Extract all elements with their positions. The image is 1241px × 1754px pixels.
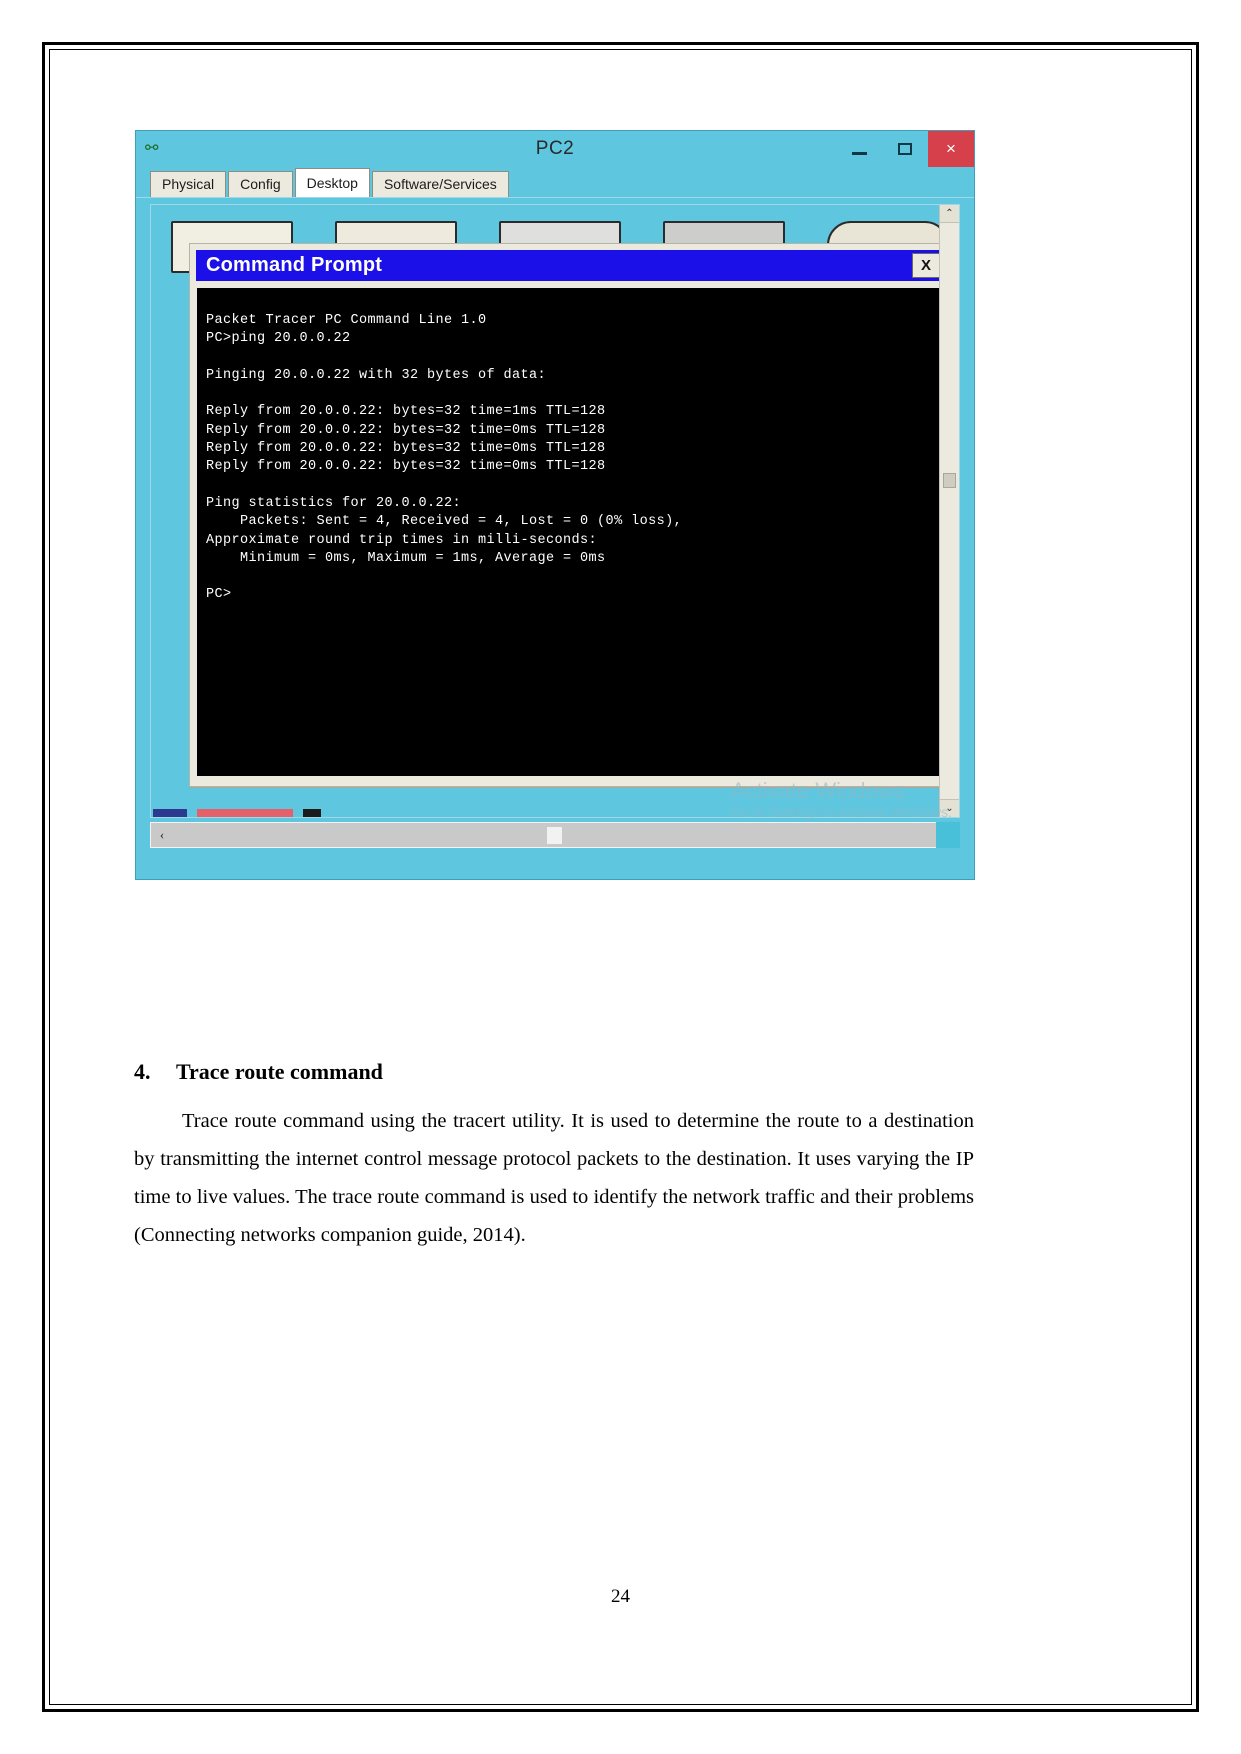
taskbar-item-3 [303,809,321,817]
command-prompt-close-button[interactable]: X [912,253,940,278]
scroll-up-icon[interactable]: ⌃ [940,205,959,223]
desktop-horizontal-scrollbar[interactable]: ‹ › [150,822,960,848]
page-content: ⚯ PC2 × Physical Config Desktop Software… [56,56,1185,1698]
taskbar-item-2 [197,809,293,817]
horizontal-scroll-thumb[interactable] [547,827,562,844]
tab-software-services[interactable]: Software/Services [371,171,509,197]
vertical-scroll-thumb[interactable] [943,473,956,488]
pc2-desktop-body: Command Prompt X Packet Tracer PC Comman… [136,197,974,856]
taskbar-item-1 [153,809,187,817]
pc2-tab-strip: Physical Config Desktop Software/Service… [136,167,974,197]
section-heading: 4. Trace route command [134,1059,1034,1085]
section-number: 4. [134,1059,151,1084]
desktop-vertical-scrollbar[interactable]: ⌃ ⌄ [939,205,959,817]
scrollbar-corner [936,822,960,848]
command-prompt-title: Command Prompt [206,254,383,276]
command-prompt-console-output[interactable]: Packet Tracer PC Command Line 1.0 PC>pin… [197,288,943,776]
page-number: 24 [611,1586,630,1607]
section-title: Trace route command [176,1059,383,1084]
scroll-left-icon[interactable]: ‹ [151,827,173,843]
tab-desktop[interactable]: Desktop [294,168,370,197]
tab-physical[interactable]: Physical [150,171,227,197]
pc2-window-title: PC2 [535,138,575,159]
desktop-panel: Command Prompt X Packet Tracer PC Comman… [150,204,960,818]
command-prompt-titlebar: Command Prompt X [196,250,944,281]
tab-config[interactable]: Config [228,171,293,197]
pc2-window-titlebar: ⚯ PC2 × [136,131,974,167]
taskbar-peek [153,807,453,817]
packet-tracer-screenshot-figure: ⚯ PC2 × Physical Config Desktop Software… [135,130,975,880]
body-paragraph: Trace route command using the tracert ut… [134,1110,974,1246]
scroll-down-icon[interactable]: ⌄ [940,799,959,817]
command-prompt-window: Command Prompt X Packet Tracer PC Comman… [189,243,951,787]
